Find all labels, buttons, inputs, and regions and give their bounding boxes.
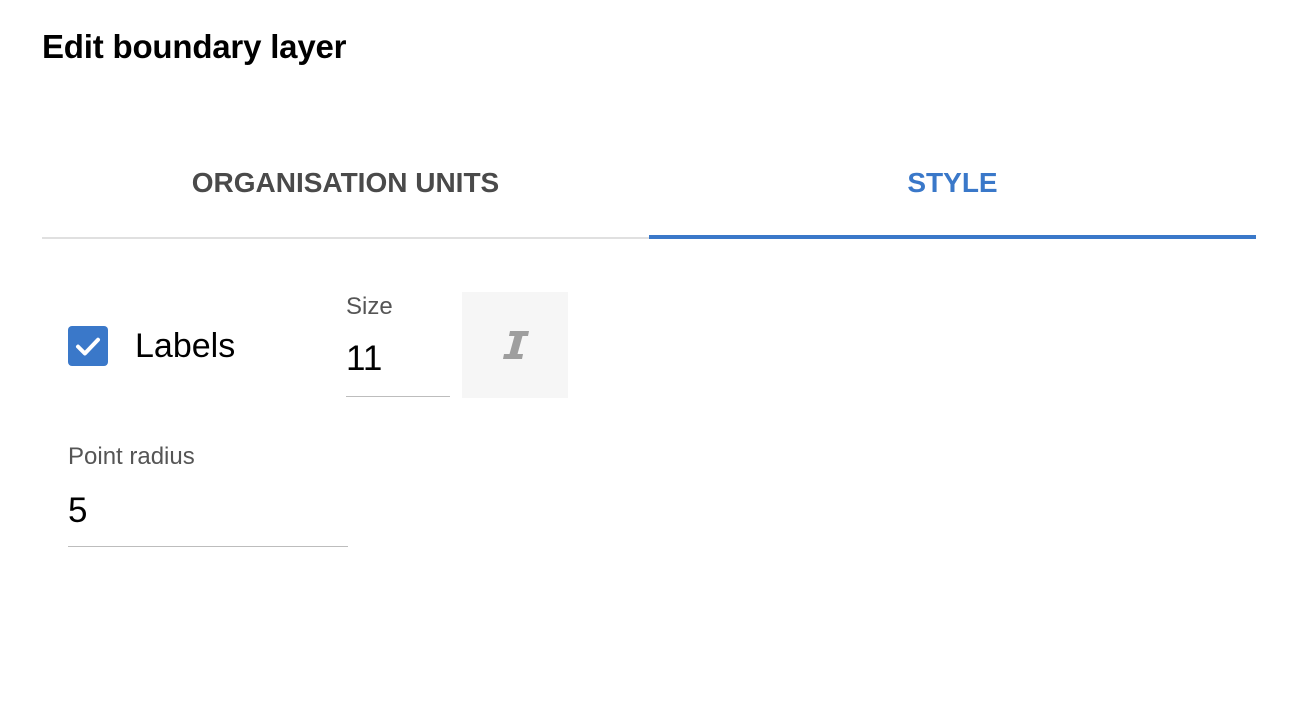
labels-checkbox[interactable]: Labels <box>68 326 235 366</box>
checkbox-checked-icon[interactable] <box>68 326 108 366</box>
size-field-underline <box>346 396 450 397</box>
labels-checkbox-label: Labels <box>135 326 236 365</box>
dialog-title: Edit boundary layer <box>42 28 347 65</box>
size-input[interactable]: 11 <box>346 341 382 376</box>
point-radius-field[interactable]: Point radius 5 <box>68 443 348 548</box>
size-field[interactable]: Size 11 <box>346 293 450 397</box>
point-radius-input[interactable]: 5 <box>68 493 87 528</box>
italic-icon <box>503 331 529 359</box>
italic-toggle-button[interactable] <box>462 292 568 398</box>
tab-style[interactable]: STYLE <box>649 132 1256 239</box>
tab-organisation-units[interactable]: ORGANISATION UNITS <box>42 132 649 237</box>
point-radius-underline <box>68 546 348 547</box>
size-field-label: Size <box>346 293 393 320</box>
tab-bar: ORGANISATION UNITS STYLE <box>42 132 1256 239</box>
point-radius-label: Point radius <box>68 443 195 470</box>
